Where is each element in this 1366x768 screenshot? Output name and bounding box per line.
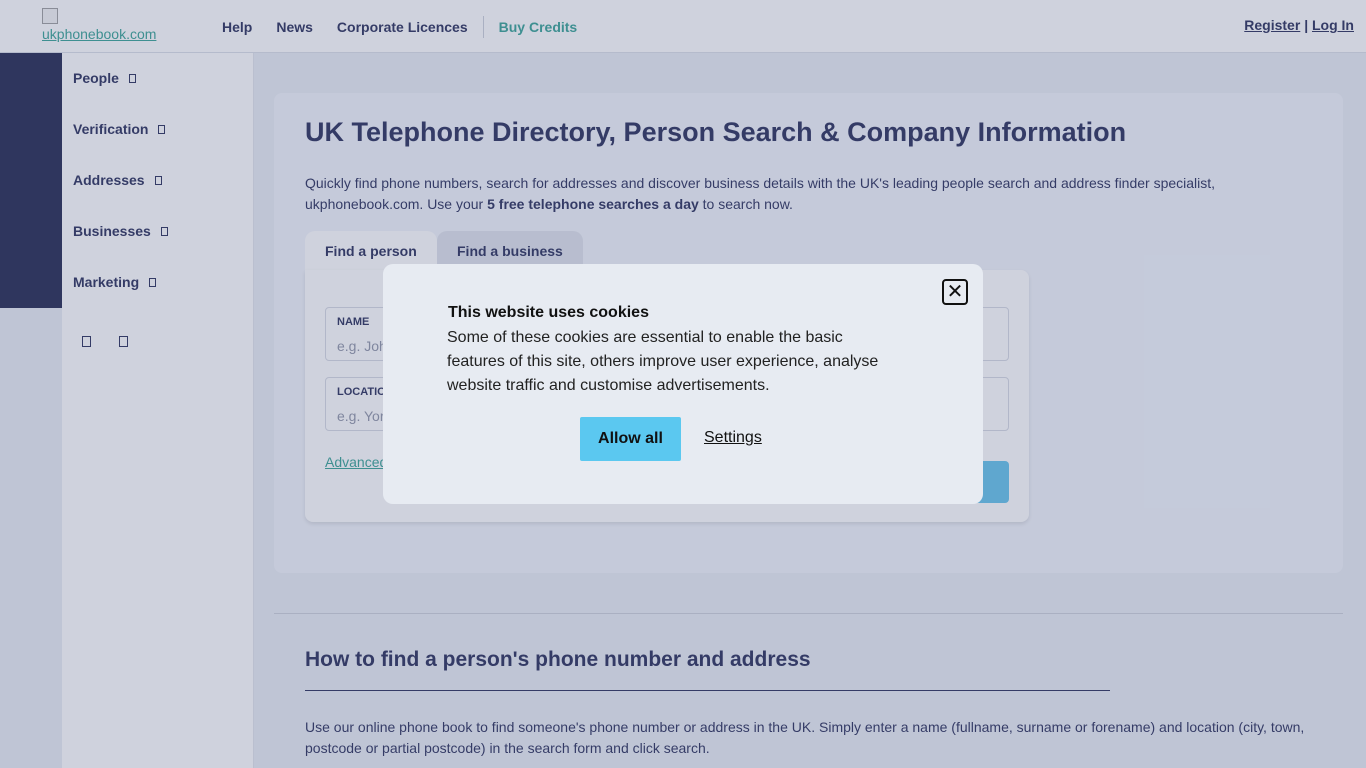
close-icon: ✕ [946, 281, 964, 303]
cookie-message: Some of these cookies are essential to e… [447, 329, 879, 394]
close-button[interactable]: ✕ [942, 279, 968, 305]
modal-backdrop[interactable]: ✕ This website uses cookies Some of thes… [0, 0, 1366, 768]
allow-all-button[interactable]: Allow all [580, 417, 681, 461]
cookie-settings-link[interactable]: Settings [704, 429, 762, 447]
cookie-title: This website uses cookies [448, 304, 649, 321]
cookie-dialog: ✕ This website uses cookies Some of thes… [383, 264, 983, 504]
